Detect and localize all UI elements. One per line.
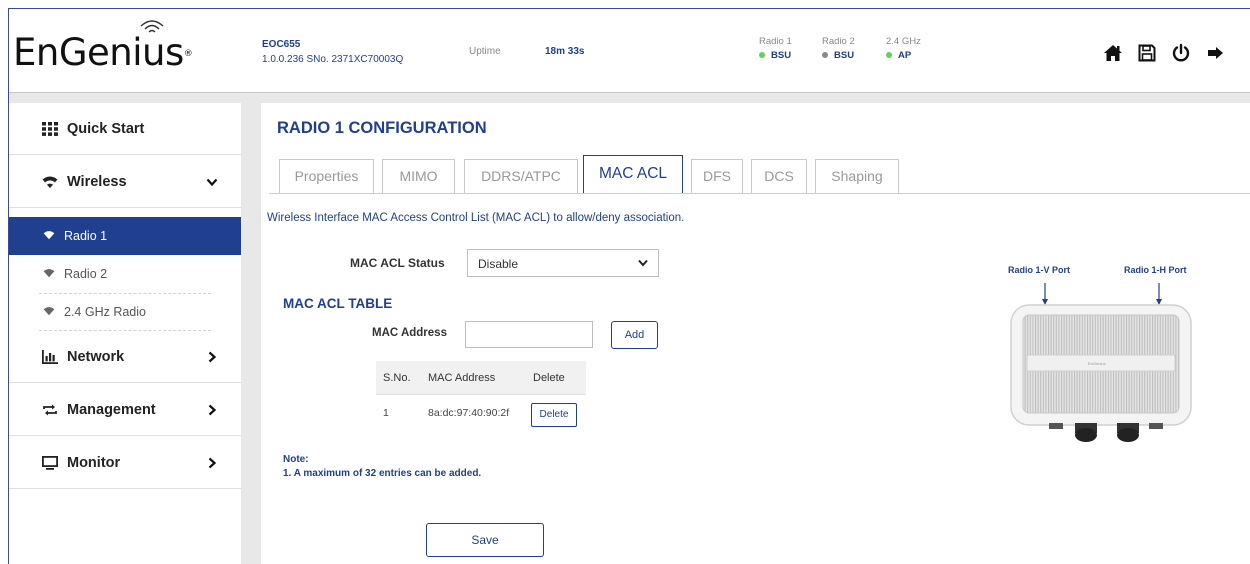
radio2-status-label: Radio 2: [822, 36, 855, 47]
engenius-logo: EnGenius®: [13, 31, 193, 74]
page-title: RADIO 1 CONFIGURATION: [277, 119, 487, 137]
save-button[interactable]: Save: [426, 523, 544, 557]
device-model: EOC655: [262, 39, 301, 50]
radio1-status-value: BSU: [771, 50, 792, 61]
radio1-status: Radio 1 BSU: [759, 36, 792, 61]
power-icon[interactable]: [1171, 43, 1191, 63]
sidebar-item-wireless[interactable]: Wireless: [9, 156, 241, 208]
tab-shaping[interactable]: Shaping: [815, 159, 899, 193]
app-frame: EnGenius® EOC655 1.0.0.236 SNo. 2371XC70…: [8, 8, 1250, 564]
delete-button[interactable]: Delete: [531, 403, 577, 427]
mac-acl-description: Wireless Interface MAC Access Control Li…: [267, 212, 685, 224]
logo-text: EnGenius: [13, 31, 184, 74]
column-header-sno: S.No.: [383, 372, 411, 384]
radio24-status: 2.4 GHz AP: [886, 36, 921, 61]
wifi-icon: [42, 176, 58, 188]
sidebar-item-label: Quick Start: [67, 121, 145, 137]
mac-acl-table-title: MAC ACL TABLE: [283, 296, 393, 311]
sidebar-subitem-2-4ghz-radio[interactable]: 2.4 GHz Radio: [9, 293, 241, 331]
device-illustration: [1010, 283, 1192, 442]
radio1-status-label: Radio 1: [759, 36, 792, 47]
sync-icon: [43, 404, 57, 416]
tab-mimo[interactable]: MIMO: [382, 159, 455, 193]
row-sno: 1: [383, 407, 389, 419]
radio-v-port-label: Radio 1-V Port: [1008, 265, 1071, 275]
sidebar-subitem-label: 2.4 GHz Radio: [64, 305, 146, 319]
logo-registered-mark: ®: [183, 49, 193, 59]
sidebar-item-label: Management: [67, 402, 156, 418]
device-firmware-serial: 1.0.0.236 SNo. 2371XC70003Q: [262, 54, 404, 65]
sidebar-subitem-label: Radio 1: [64, 229, 108, 243]
sidebar-nav: Quick Start Wireless Radio 1 Radio 2 2.4…: [9, 103, 241, 564]
chevron-down-icon: [206, 178, 218, 187]
sidebar-subitem-radio-1[interactable]: Radio 1: [9, 217, 241, 255]
tab-properties[interactable]: Properties: [279, 159, 374, 193]
mac-acl-status-value: Disable: [478, 257, 519, 271]
chevron-right-icon: [208, 404, 217, 416]
uptime-label: Uptime: [469, 46, 501, 57]
top-header: EnGenius® EOC655 1.0.0.236 SNo. 2371XC70…: [9, 9, 1250, 93]
status-dot-icon: [886, 52, 892, 59]
logo-wifi-mark-icon: [140, 20, 164, 33]
tab-dcs[interactable]: DCS: [751, 159, 807, 193]
mac-acl-status-select[interactable]: Disable: [467, 249, 659, 277]
tab-dfs[interactable]: DFS: [691, 159, 743, 193]
mac-acl-status-label: MAC ACL Status: [350, 256, 445, 270]
radio24-status-value: AP: [898, 50, 912, 61]
sidebar-item-monitor[interactable]: Monitor: [9, 437, 241, 489]
add-button[interactable]: Add: [611, 321, 658, 349]
uptime-value: 18m 33s: [545, 46, 585, 57]
note-text: 1. A maximum of 32 entries can be added.: [283, 468, 482, 479]
status-dot-icon: [822, 52, 828, 59]
tab-mac-acl[interactable]: MAC ACL: [583, 155, 683, 194]
sidebar-item-label: Network: [67, 349, 125, 365]
logout-icon[interactable]: [1205, 43, 1225, 63]
main-content: RADIO 1 CONFIGURATION Properties MIMO DD…: [261, 103, 1250, 564]
sidebar-item-network[interactable]: Network: [9, 331, 241, 383]
chevron-right-icon: [208, 457, 217, 469]
chevron-right-icon: [208, 351, 217, 363]
chevron-down-icon: [638, 259, 648, 267]
wifi-icon: [43, 269, 55, 278]
table-row: 1 8a:dc:97:40:90:2f Delete: [376, 395, 586, 431]
sidebar-item-management[interactable]: Management: [9, 384, 241, 436]
sidebar-item-label: Wireless: [67, 174, 127, 190]
table-header: S.No. MAC Address Delete: [376, 361, 586, 395]
sidebar-subitem-radio-2[interactable]: Radio 2: [9, 255, 241, 293]
wifi-icon: [43, 231, 55, 240]
mac-address-input[interactable]: [465, 321, 593, 348]
bar-chart-icon: [42, 350, 58, 364]
grid-icon: [42, 122, 58, 136]
radio24-status-label: 2.4 GHz: [886, 36, 921, 47]
sidebar-item-quick-start[interactable]: Quick Start: [9, 103, 241, 155]
tab-ddrs-atpc[interactable]: DDRS/ATPC: [464, 159, 578, 193]
radio2-status: Radio 2 BSU: [822, 36, 855, 61]
radio2-status-value: BSU: [834, 50, 855, 61]
radio-h-port-label: Radio 1-H Port: [1124, 265, 1187, 275]
save-icon[interactable]: [1137, 43, 1157, 63]
home-icon[interactable]: [1103, 43, 1123, 63]
row-mac-address: 8a:dc:97:40:90:2f: [428, 407, 510, 419]
note-title: Note:: [283, 454, 309, 465]
monitor-icon: [42, 456, 58, 470]
column-header-delete: Delete: [533, 372, 565, 384]
mac-address-label: MAC Address: [372, 327, 447, 339]
sidebar-subitem-label: Radio 2: [64, 267, 108, 281]
column-header-mac-address: MAC Address: [428, 372, 496, 384]
status-dot-icon: [759, 52, 765, 59]
sidebar-item-label: Monitor: [67, 455, 121, 471]
tabs-underline: [269, 193, 1250, 194]
device-brand-label: EnGenius: [1088, 361, 1106, 366]
wifi-icon: [43, 307, 55, 316]
